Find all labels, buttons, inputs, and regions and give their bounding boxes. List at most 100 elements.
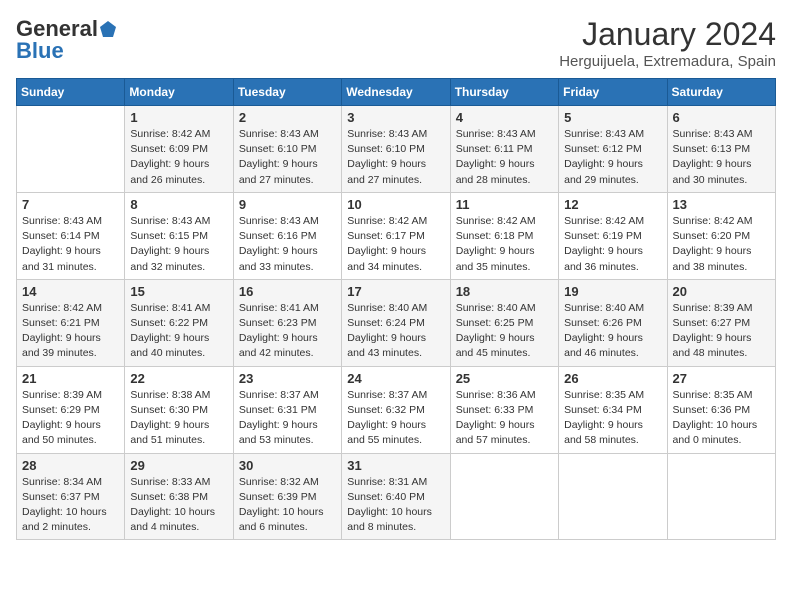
day-info: Sunrise: 8:32 AMSunset: 6:39 PMDaylight:…: [239, 475, 336, 536]
day-number: 27: [673, 371, 770, 386]
calendar-cell: 31 Sunrise: 8:31 AMSunset: 6:40 PMDayligh…: [342, 453, 450, 540]
calendar-cell: 21 Sunrise: 8:39 AMSunset: 6:29 PMDayligh…: [17, 366, 125, 453]
day-number: 13: [673, 197, 770, 212]
calendar-table: SundayMondayTuesdayWednesdayThursdayFrid…: [16, 78, 776, 540]
day-number: 16: [239, 284, 336, 299]
day-info: Sunrise: 8:38 AMSunset: 6:30 PMDaylight:…: [130, 388, 227, 449]
calendar-cell: 12Sunrise: 8:42 AMSunset: 6:19 PMDayligh…: [559, 192, 667, 279]
calendar-cell: 25Sunrise: 8:36 AMSunset: 6:33 PMDayligh…: [450, 366, 558, 453]
day-number: 11: [456, 197, 553, 212]
calendar-week-row: 14 Sunrise: 8:42 AMSunset: 6:21 PMDayligh…: [17, 279, 776, 366]
day-info: Sunrise: 8:43 AMSunset: 6:15 PMDaylight:…: [130, 214, 227, 275]
weekday-header-saturday: Saturday: [667, 79, 775, 106]
day-info: Sunrise: 8:42 AMSunset: 6:21 PMDaylight:…: [22, 301, 119, 362]
weekday-header-tuesday: Tuesday: [233, 79, 341, 106]
weekday-header-thursday: Thursday: [450, 79, 558, 106]
day-number: 2: [239, 110, 336, 125]
day-number: 24: [347, 371, 444, 386]
location-subtitle: Herguijuela, Extremadura, Spain: [559, 53, 776, 70]
day-number: 12: [564, 197, 661, 212]
day-number: 14: [22, 284, 119, 299]
day-number: 8: [130, 197, 227, 212]
day-number: 18: [456, 284, 553, 299]
calendar-cell: 8 Sunrise: 8:43 AMSunset: 6:15 PMDaylight…: [125, 192, 233, 279]
day-number: 4: [456, 110, 553, 125]
day-info: Sunrise: 8:40 AMSunset: 6:26 PMDaylight:…: [564, 301, 661, 362]
day-info: Sunrise: 8:43 AMSunset: 6:10 PMDaylight:…: [239, 127, 336, 188]
calendar-cell: 6 Sunrise: 8:43 AMSunset: 6:13 PMDaylight…: [667, 106, 775, 193]
day-info: Sunrise: 8:35 AMSunset: 6:36 PMDaylight:…: [673, 388, 770, 449]
day-number: 6: [673, 110, 770, 125]
day-number: 23: [239, 371, 336, 386]
calendar-cell: 18 Sunrise: 8:40 AMSunset: 6:25 PMDayligh…: [450, 279, 558, 366]
weekday-header-friday: Friday: [559, 79, 667, 106]
calendar-cell: 29 Sunrise: 8:33 AMSunset: 6:38 PMDayligh…: [125, 453, 233, 540]
calendar-cell: 26 Sunrise: 8:35 AMSunset: 6:34 PMDayligh…: [559, 366, 667, 453]
calendar-cell: 23 Sunrise: 8:37 AMSunset: 6:31 PMDayligh…: [233, 366, 341, 453]
calendar-week-row: 7 Sunrise: 8:43 AMSunset: 6:14 PMDaylight…: [17, 192, 776, 279]
day-info: Sunrise: 8:42 AMSunset: 6:09 PMDaylight:…: [130, 127, 227, 188]
day-info: Sunrise: 8:42 AMSunset: 6:20 PMDaylight:…: [673, 214, 770, 275]
day-number: 7: [22, 197, 119, 212]
day-number: 20: [673, 284, 770, 299]
calendar-cell: 27 Sunrise: 8:35 AMSunset: 6:36 PMDayligh…: [667, 366, 775, 453]
day-info: Sunrise: 8:31 AMSunset: 6:40 PMDaylight:…: [347, 475, 444, 536]
day-number: 1: [130, 110, 227, 125]
day-info: Sunrise: 8:42 AMSunset: 6:18 PMDaylight:…: [456, 214, 553, 275]
logo: General Blue: [16, 16, 118, 64]
day-number: 17: [347, 284, 444, 299]
weekday-header-row: SundayMondayTuesdayWednesdayThursdayFrid…: [17, 79, 776, 106]
calendar-cell: 3 Sunrise: 8:43 AMSunset: 6:10 PMDaylight…: [342, 106, 450, 193]
calendar-cell: 20 Sunrise: 8:39 AMSunset: 6:27 PMDayligh…: [667, 279, 775, 366]
calendar-cell: 30 Sunrise: 8:32 AMSunset: 6:39 PMDayligh…: [233, 453, 341, 540]
day-info: Sunrise: 8:43 AMSunset: 6:11 PMDaylight:…: [456, 127, 553, 188]
calendar-cell: 7 Sunrise: 8:43 AMSunset: 6:14 PMDaylight…: [17, 192, 125, 279]
calendar-cell: [450, 453, 558, 540]
month-title: January 2024: [559, 16, 776, 53]
day-info: Sunrise: 8:33 AMSunset: 6:38 PMDaylight:…: [130, 475, 227, 536]
day-number: 21: [22, 371, 119, 386]
calendar-cell: 5Sunrise: 8:43 AMSunset: 6:12 PMDaylight…: [559, 106, 667, 193]
calendar-week-row: 1 Sunrise: 8:42 AMSunset: 6:09 PMDaylight…: [17, 106, 776, 193]
weekday-header-sunday: Sunday: [17, 79, 125, 106]
weekday-header-monday: Monday: [125, 79, 233, 106]
calendar-cell: 28Sunrise: 8:34 AMSunset: 6:37 PMDayligh…: [17, 453, 125, 540]
day-number: 9: [239, 197, 336, 212]
calendar-cell: 10Sunrise: 8:42 AMSunset: 6:17 PMDayligh…: [342, 192, 450, 279]
day-info: Sunrise: 8:39 AMSunset: 6:29 PMDaylight:…: [22, 388, 119, 449]
day-info: Sunrise: 8:36 AMSunset: 6:33 PMDaylight:…: [456, 388, 553, 449]
calendar-cell: 19 Sunrise: 8:40 AMSunset: 6:26 PMDayligh…: [559, 279, 667, 366]
day-info: Sunrise: 8:41 AMSunset: 6:23 PMDaylight:…: [239, 301, 336, 362]
calendar-cell: 1 Sunrise: 8:42 AMSunset: 6:09 PMDaylight…: [125, 106, 233, 193]
day-number: 10: [347, 197, 444, 212]
day-info: Sunrise: 8:37 AMSunset: 6:31 PMDaylight:…: [239, 388, 336, 449]
logo-blue: Blue: [16, 38, 64, 64]
calendar-cell: 15Sunrise: 8:41 AMSunset: 6:22 PMDayligh…: [125, 279, 233, 366]
calendar-week-row: 28Sunrise: 8:34 AMSunset: 6:37 PMDayligh…: [17, 453, 776, 540]
day-info: Sunrise: 8:35 AMSunset: 6:34 PMDaylight:…: [564, 388, 661, 449]
calendar-cell: [667, 453, 775, 540]
day-info: Sunrise: 8:41 AMSunset: 6:22 PMDaylight:…: [130, 301, 227, 362]
day-info: Sunrise: 8:34 AMSunset: 6:37 PMDaylight:…: [22, 475, 119, 536]
day-info: Sunrise: 8:40 AMSunset: 6:25 PMDaylight:…: [456, 301, 553, 362]
day-info: Sunrise: 8:43 AMSunset: 6:13 PMDaylight:…: [673, 127, 770, 188]
day-info: Sunrise: 8:40 AMSunset: 6:24 PMDaylight:…: [347, 301, 444, 362]
calendar-cell: 13 Sunrise: 8:42 AMSunset: 6:20 PMDayligh…: [667, 192, 775, 279]
day-number: 5: [564, 110, 661, 125]
calendar-cell: 16 Sunrise: 8:41 AMSunset: 6:23 PMDayligh…: [233, 279, 341, 366]
calendar-cell: 24 Sunrise: 8:37 AMSunset: 6:32 PMDayligh…: [342, 366, 450, 453]
calendar-cell: 14 Sunrise: 8:42 AMSunset: 6:21 PMDayligh…: [17, 279, 125, 366]
calendar-cell: 2 Sunrise: 8:43 AMSunset: 6:10 PMDaylight…: [233, 106, 341, 193]
weekday-header-wednesday: Wednesday: [342, 79, 450, 106]
day-info: Sunrise: 8:43 AMSunset: 6:14 PMDaylight:…: [22, 214, 119, 275]
day-number: 3: [347, 110, 444, 125]
day-number: 26: [564, 371, 661, 386]
day-info: Sunrise: 8:37 AMSunset: 6:32 PMDaylight:…: [347, 388, 444, 449]
day-info: Sunrise: 8:39 AMSunset: 6:27 PMDaylight:…: [673, 301, 770, 362]
day-info: Sunrise: 8:43 AMSunset: 6:10 PMDaylight:…: [347, 127, 444, 188]
day-number: 31: [347, 458, 444, 473]
day-number: 29: [130, 458, 227, 473]
day-number: 19: [564, 284, 661, 299]
day-number: 30: [239, 458, 336, 473]
title-area: January 2024 Herguijuela, Extremadura, S…: [559, 16, 776, 70]
